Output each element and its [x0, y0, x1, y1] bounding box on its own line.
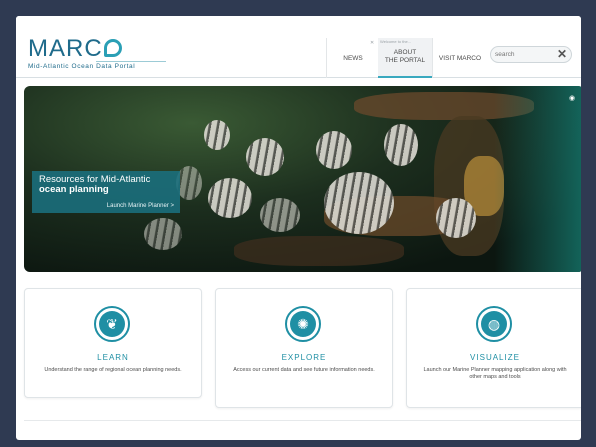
- launch-marine-planner-link[interactable]: Launch Marine Planner >: [107, 203, 174, 209]
- search-clear-button[interactable]: ✕: [555, 48, 569, 62]
- card-visualize-title: VISUALIZE: [470, 353, 520, 362]
- nav-visit-marco[interactable]: VISIT MARCO: [432, 38, 487, 78]
- logo-pin-icon: [103, 39, 122, 57]
- card-explore[interactable]: ✺ EXPLORE Access our current data and se…: [215, 288, 393, 408]
- hero-caption-panel: Resources for Mid-Atlantic ocean planning…: [32, 171, 180, 213]
- footer-divider: [24, 420, 581, 421]
- search-box: ✕: [490, 46, 572, 63]
- logo-divider: [96, 61, 166, 62]
- card-explore-title: EXPLORE: [281, 353, 327, 362]
- location-pin-icon[interactable]: ◉: [569, 94, 576, 102]
- nav-about-label: ABOUT THE PORTAL: [385, 49, 425, 65]
- hero-title: Resources for Mid-Atlantic ocean planning: [39, 175, 179, 195]
- hero-banner: ◉ Resources for Mid-Atlantic ocean planni…: [24, 86, 581, 272]
- logo-text: MARC: [28, 35, 103, 62]
- site-header: MARC Mid-Atlantic Ocean Data Portal NEWS…: [16, 16, 581, 78]
- card-learn-title: LEARN: [97, 353, 129, 362]
- tooltip-close-icon[interactable]: ✕: [370, 40, 374, 46]
- card-visualize[interactable]: ◍ VISUALIZE Launch our Marine Planner ma…: [406, 288, 581, 408]
- nav-visit-label: VISIT MARCO: [438, 54, 482, 62]
- network-icon: ✺: [285, 306, 321, 342]
- nav-about-portal[interactable]: ABOUT THE PORTAL: [378, 38, 432, 78]
- site-logo[interactable]: MARC: [28, 35, 122, 63]
- card-visualize-description: Launch our Marine Planner mapping applic…: [423, 367, 567, 380]
- nav-news-label: NEWS: [343, 54, 363, 62]
- card-explore-description: Access our current data and see future i…: [233, 367, 375, 373]
- card-learn-description: Understand the range of regional ocean p…: [44, 367, 182, 373]
- nav-about-line1: ABOUT: [393, 49, 417, 56]
- globe-icon: ◍: [476, 306, 512, 342]
- nav-tooltip: Welcome to the...: [380, 39, 412, 44]
- search-input[interactable]: [495, 49, 551, 60]
- hero-title-line2: ocean planning: [39, 184, 109, 195]
- nav-about-line2: THE PORTAL: [384, 57, 426, 64]
- portal-page: MARC Mid-Atlantic Ocean Data Portal NEWS…: [16, 16, 581, 440]
- logo-subtitle: Mid-Atlantic Ocean Data Portal: [28, 63, 136, 70]
- card-learn[interactable]: ❦ LEARN Understand the range of regional…: [24, 288, 202, 398]
- apple-icon: ❦: [94, 306, 130, 342]
- feature-cards: ❦ LEARN Understand the range of regional…: [24, 288, 581, 412]
